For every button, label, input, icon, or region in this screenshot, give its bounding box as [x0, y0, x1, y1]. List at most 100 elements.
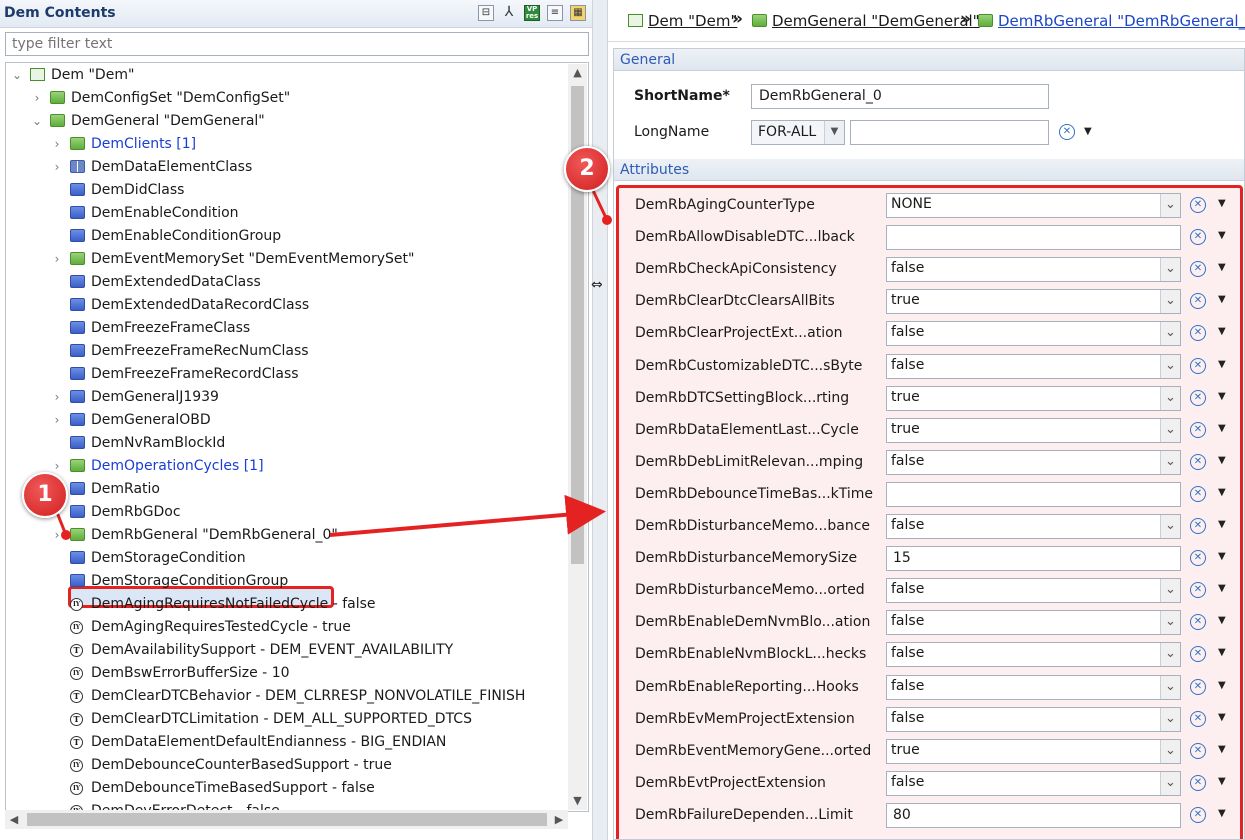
longname-language-select[interactable]: FOR-ALL ▼: [751, 120, 845, 145]
dropdown-triangle-icon[interactable]: ▼: [1218, 615, 1226, 626]
dropdown-triangle-icon[interactable]: ▼: [1218, 744, 1226, 755]
tree-node[interactable]: › DemEventMemorySet "DemEventMemorySet": [6, 248, 566, 270]
dropdown-triangle-icon[interactable]: ▼: [1084, 126, 1092, 137]
chevron-down-icon[interactable]: ⌄: [1160, 354, 1180, 378]
chevron-down-icon[interactable]: ⌄: [1160, 515, 1180, 538]
chevron-down-icon[interactable]: ⌄: [1160, 418, 1180, 442]
reset-icon[interactable]: ✕: [1190, 389, 1206, 406]
tree-node[interactable]: DemRatio: [6, 478, 566, 500]
reset-icon[interactable]: ✕: [1190, 357, 1206, 374]
attribute-text-field[interactable]: 15: [886, 546, 1181, 572]
reset-icon[interactable]: ✕: [1190, 197, 1206, 213]
reset-icon[interactable]: ✕: [1190, 774, 1206, 791]
tree-node[interactable]: IY DemBswErrorBufferSize - 10: [6, 662, 566, 684]
vp-res-icon[interactable]: VP res: [524, 5, 540, 21]
attribute-select[interactable]: true ⌄: [886, 738, 1181, 764]
dropdown-triangle-icon[interactable]: ▼: [1218, 230, 1226, 241]
reset-icon[interactable]: ✕: [1190, 582, 1206, 599]
chevron-down-icon[interactable]: ⌄: [1160, 386, 1180, 410]
filter-input[interactable]: [5, 32, 589, 56]
chevron-down-icon[interactable]: ⌄: [1160, 194, 1180, 217]
tree-node[interactable]: T DemAvailabilitySupport - DEM_EVENT_AVAI…: [6, 639, 566, 661]
attribute-select[interactable]: false ⌄: [886, 578, 1181, 604]
table-icon[interactable]: ▦: [570, 5, 586, 21]
chevron-down-icon[interactable]: ⌄: [1160, 707, 1180, 731]
chevron-down-icon[interactable]: ⌄: [1160, 290, 1180, 314]
dropdown-triangle-icon[interactable]: ▼: [1218, 198, 1226, 209]
reset-icon[interactable]: ✕: [1190, 518, 1206, 534]
tree-node[interactable]: › DemConfigSet "DemConfigSet": [6, 87, 566, 109]
attribute-select[interactable]: false ⌄: [886, 321, 1181, 347]
breadcrumb-item-demrbgeneral[interactable]: DemRbGeneral "DemRbGeneral_0": [998, 12, 1245, 30]
tree-node[interactable]: T DemClearDTCLimitation - DEM_ALL_SUPPORT…: [6, 708, 566, 730]
expand-right-icon[interactable]: ›: [51, 524, 63, 546]
tree-node[interactable]: › DemClients [1]: [6, 133, 566, 155]
horizontal-scrollbar[interactable]: ◀ ▶: [5, 810, 568, 829]
reset-icon[interactable]: ✕: [1059, 124, 1075, 140]
dropdown-triangle-icon[interactable]: ▼: [1218, 551, 1226, 562]
expand-right-icon[interactable]: ›: [51, 409, 63, 431]
scroll-left-icon[interactable]: ◀: [5, 810, 23, 829]
expand-down-icon[interactable]: ⌄: [11, 64, 23, 86]
breadcrumb-item-demgeneral[interactable]: DemGeneral "DemGeneral": [772, 12, 980, 30]
tree-node[interactable]: T DemDataElementDefaultEndianness - BIG_E…: [6, 731, 566, 753]
chevron-down-icon[interactable]: ⌄: [1160, 643, 1180, 667]
tree-node[interactable]: DemExtendedDataRecordClass: [6, 294, 566, 316]
tree-node[interactable]: DemFreezeFrameRecNumClass: [6, 340, 566, 362]
attribute-select[interactable]: false ⌄: [886, 674, 1181, 700]
longname-field[interactable]: [850, 120, 1049, 145]
tree-node[interactable]: › DemDataElementClass: [6, 156, 566, 178]
dropdown-triangle-icon[interactable]: ▼: [1218, 359, 1226, 370]
attribute-select[interactable]: true ⌄: [886, 289, 1181, 315]
dropdown-triangle-icon[interactable]: ▼: [1218, 487, 1226, 498]
scroll-thumb-horizontal[interactable]: [27, 813, 547, 826]
tree-node[interactable]: T DemClearDTCBehavior - DEM_CLRRESP_NONVO…: [6, 685, 566, 707]
tree-view[interactable]: ⌄ Dem "Dem" › DemConfigSet "DemConfigSet" ⌄ D…: [5, 62, 589, 812]
attribute-select[interactable]: false ⌄: [886, 449, 1181, 475]
dropdown-triangle-icon[interactable]: ▼: [1218, 583, 1226, 594]
reset-icon[interactable]: ✕: [1190, 325, 1206, 342]
chevron-down-icon[interactable]: ▼: [824, 121, 844, 144]
tree-node[interactable]: DemRbGDoc: [6, 501, 566, 523]
reset-icon[interactable]: ✕: [1190, 742, 1206, 759]
attribute-select[interactable]: false ⌄: [886, 642, 1181, 668]
dropdown-triangle-icon[interactable]: ▼: [1218, 391, 1226, 402]
dropdown-triangle-icon[interactable]: ▼: [1218, 326, 1226, 337]
attribute-select[interactable]: false ⌄: [886, 353, 1181, 379]
expand-right-icon[interactable]: ›: [51, 386, 63, 408]
dropdown-triangle-icon[interactable]: ▼: [1218, 680, 1226, 691]
tree-node[interactable]: DemDidClass: [6, 179, 566, 201]
chevron-down-icon[interactable]: ⌄: [1160, 675, 1180, 699]
general-section-header[interactable]: General: [614, 49, 1244, 71]
reset-icon[interactable]: ✕: [1190, 614, 1206, 631]
dropdown-triangle-icon[interactable]: ▼: [1218, 808, 1226, 819]
attribute-select[interactable]: false ⌄: [886, 706, 1181, 732]
reset-icon[interactable]: ✕: [1190, 678, 1206, 695]
attribute-select[interactable]: false ⌄: [886, 770, 1181, 796]
collapse-all-icon[interactable]: ⊟: [478, 5, 494, 21]
dropdown-triangle-icon[interactable]: ▼: [1218, 294, 1226, 305]
chevron-down-icon[interactable]: ⌄: [1160, 322, 1180, 346]
tree-node[interactable]: ⌄ Dem "Dem": [6, 64, 566, 86]
expand-right-icon[interactable]: ›: [51, 248, 63, 270]
reset-icon[interactable]: ✕: [1190, 229, 1206, 246]
attribute-select[interactable]: false ⌄: [886, 514, 1181, 539]
shortname-field[interactable]: DemRbGeneral_0: [751, 84, 1049, 109]
tree-node[interactable]: DemStorageCondition: [6, 547, 566, 569]
tree-node[interactable]: ⌄ DemGeneral "DemGeneral": [6, 110, 566, 132]
dropdown-triangle-icon[interactable]: ▼: [1218, 647, 1226, 658]
tree-node[interactable]: DemEnableCondition: [6, 202, 566, 224]
chevron-down-icon[interactable]: ⌄: [1160, 450, 1180, 474]
tree-node[interactable]: › DemOperationCycles [1]: [6, 455, 566, 477]
reset-icon[interactable]: ✕: [1190, 261, 1206, 278]
scroll-right-icon[interactable]: ▶: [550, 810, 568, 829]
tree-node[interactable]: IY DemAgingRequiresNotFailedCycle - false: [6, 593, 566, 615]
reset-icon[interactable]: ✕: [1190, 485, 1206, 502]
scroll-up-icon[interactable]: ▲: [568, 64, 587, 82]
tree-node[interactable]: › DemGeneralJ1939: [6, 386, 566, 408]
attribute-select[interactable]: true ⌄: [886, 417, 1181, 443]
dropdown-triangle-icon[interactable]: ▼: [1218, 712, 1226, 723]
breadcrumb-item-dem[interactable]: Dem "Dem": [648, 12, 737, 30]
attribute-select[interactable]: true ⌄: [886, 385, 1181, 411]
reset-icon[interactable]: ✕: [1190, 646, 1206, 663]
